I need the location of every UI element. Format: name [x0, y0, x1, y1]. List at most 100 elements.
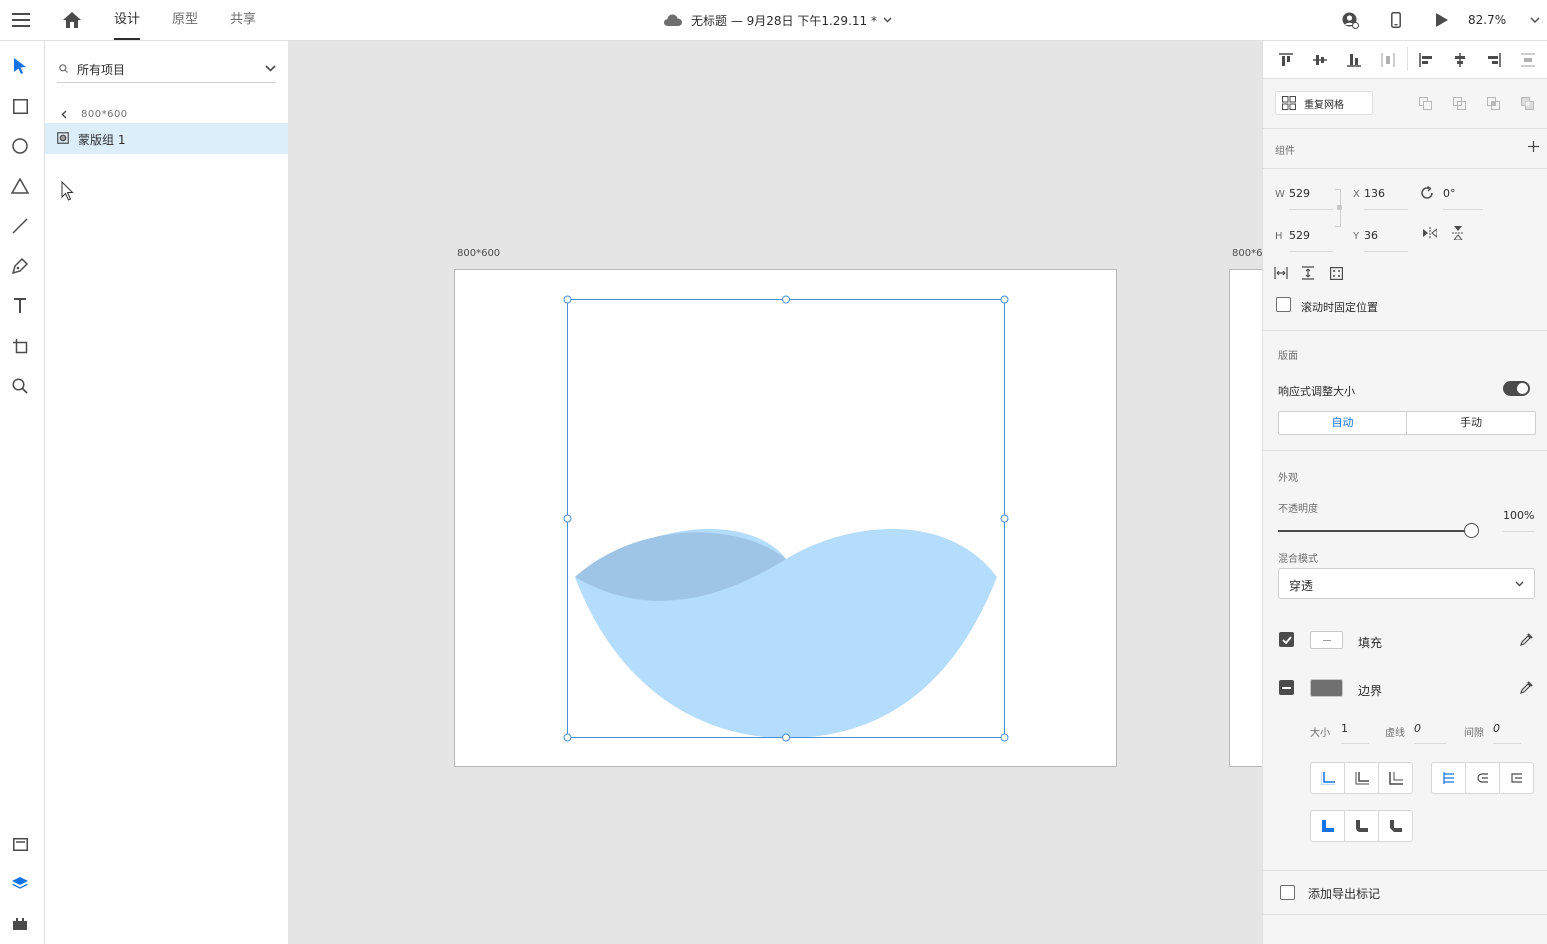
- opacity-label: 不透明度: [1278, 504, 1318, 515]
- boolean-exclude-icon[interactable]: [1519, 95, 1535, 111]
- join-round-button[interactable]: [1344, 810, 1379, 842]
- fix-scroll-checkbox[interactable]: [1276, 297, 1291, 312]
- border-eyedropper-icon[interactable]: [1518, 679, 1534, 695]
- dash-label: 虚线: [1385, 728, 1405, 739]
- layers-panel-icon[interactable]: [10, 874, 30, 894]
- boolean-subtract-icon[interactable]: [1451, 95, 1467, 111]
- resize-mode-manual[interactable]: 手动: [1406, 411, 1536, 435]
- blend-mode-select[interactable]: 穿透: [1278, 568, 1535, 599]
- boolean-add-icon[interactable]: [1417, 95, 1433, 111]
- align-left-icon[interactable]: [1417, 51, 1435, 69]
- home-icon[interactable]: [62, 10, 82, 30]
- dash-field[interactable]: 0: [1414, 722, 1421, 735]
- gap-field[interactable]: 0: [1493, 722, 1500, 735]
- assets-panel-icon[interactable]: [10, 834, 30, 854]
- w-field[interactable]: 529: [1289, 187, 1310, 200]
- line-cap-round-button[interactable]: [1465, 762, 1500, 794]
- tab-share[interactable]: 共享: [230, 0, 256, 40]
- appearance-label: 外观: [1278, 473, 1298, 484]
- resize-mode-auto[interactable]: 自动: [1278, 411, 1407, 435]
- add-component-icon[interactable]: [1526, 139, 1540, 153]
- responsive-toggle[interactable]: [1503, 381, 1530, 396]
- fill-label: 填充: [1358, 636, 1383, 650]
- mask-group-shape[interactable]: [288, 41, 1262, 944]
- y-field[interactable]: 36: [1364, 229, 1378, 242]
- breadcrumb-label: 800*600: [81, 108, 128, 120]
- layer-row[interactable]: 蒙版组 1: [45, 123, 288, 154]
- layers-search[interactable]: 所有项目: [57, 57, 276, 83]
- opacity-slider-thumb[interactable]: [1464, 523, 1479, 538]
- zoom-dropdown[interactable]: 82.7%: [1468, 10, 1540, 30]
- layers-panel: 所有项目 800*600 蒙版组 1: [45, 41, 288, 944]
- border-checkbox[interactable]: [1279, 680, 1294, 695]
- document-title-text: 无标题 — 9月28日 下午1.29.11 *: [691, 13, 877, 28]
- ellipse-tool-icon[interactable]: [10, 136, 30, 156]
- zoom-tool-icon[interactable]: [10, 376, 30, 396]
- opacity-slider[interactable]: [1278, 523, 1479, 539]
- repeat-grid-button[interactable]: 重复网格: [1275, 91, 1373, 115]
- stroke-inner-button[interactable]: [1310, 762, 1345, 794]
- distribute-horizontal-icon[interactable]: [1519, 51, 1537, 69]
- align-bottom-icon[interactable]: [1345, 51, 1363, 69]
- play-icon[interactable]: [1432, 10, 1452, 30]
- resize-handle: [1000, 514, 1009, 523]
- flip-vertical-icon[interactable]: [1450, 225, 1466, 241]
- artboard-tool-icon[interactable]: [10, 336, 30, 356]
- fill-checkbox[interactable]: [1279, 632, 1294, 647]
- chevron-down-icon[interactable]: [265, 65, 276, 72]
- align-right-icon[interactable]: [1485, 51, 1503, 69]
- line-tool-icon[interactable]: [10, 216, 30, 236]
- align-center-icon[interactable]: [1451, 51, 1469, 69]
- border-swatch[interactable]: [1310, 679, 1343, 697]
- line-cap-square-button[interactable]: [1499, 762, 1534, 794]
- constrain-width-icon[interactable]: [1273, 265, 1289, 281]
- chevron-down-icon: [1530, 17, 1540, 23]
- polygon-tool-icon[interactable]: [10, 176, 30, 196]
- blend-mode-value: 穿透: [1289, 579, 1314, 593]
- pen-tool-icon[interactable]: [10, 256, 30, 276]
- rotation-field[interactable]: 0°: [1443, 187, 1456, 200]
- opacity-field[interactable]: 100%: [1503, 509, 1534, 522]
- fit-content-icon[interactable]: [1328, 265, 1344, 281]
- resize-handle: [782, 733, 790, 742]
- cursor-icon: [61, 181, 74, 201]
- join-bevel-button[interactable]: [1378, 810, 1413, 842]
- constrain-height-icon[interactable]: [1300, 265, 1316, 281]
- search-input[interactable]: 所有项目: [77, 61, 125, 78]
- align-middle-icon[interactable]: [1311, 51, 1329, 69]
- fill-swatch[interactable]: [1310, 631, 1343, 649]
- join-miter-button[interactable]: [1310, 810, 1345, 842]
- breadcrumb[interactable]: 800*600: [61, 107, 128, 121]
- border-size-field[interactable]: 1: [1341, 722, 1348, 735]
- stroke-center-button[interactable]: [1344, 762, 1379, 794]
- h-field[interactable]: 529: [1289, 229, 1310, 242]
- fill-eyedropper-icon[interactable]: [1518, 631, 1534, 647]
- chevron-down-icon: [1515, 581, 1524, 587]
- stroke-outer-button[interactable]: [1378, 762, 1413, 794]
- tab-prototype[interactable]: 原型: [172, 0, 198, 40]
- rectangle-tool-icon[interactable]: [10, 96, 30, 116]
- distribute-vertical-icon[interactable]: [1379, 51, 1397, 69]
- responsive-label: 响应式调整大小: [1278, 385, 1355, 398]
- x-field[interactable]: 136: [1364, 187, 1385, 200]
- search-icon: [59, 64, 68, 73]
- user-icon[interactable]: [1340, 10, 1360, 30]
- plugins-panel-icon[interactable]: [10, 914, 30, 934]
- join-miter-icon: [1321, 820, 1334, 832]
- mobile-preview-icon[interactable]: [1386, 10, 1406, 30]
- line-cap-butt-button[interactable]: [1431, 762, 1466, 794]
- export-mark-checkbox[interactable]: [1280, 885, 1295, 900]
- select-tool-icon[interactable]: [10, 56, 30, 76]
- export-section: 添加导出标记: [1263, 870, 1547, 915]
- resize-handle: [1000, 733, 1009, 742]
- w-label: W: [1275, 189, 1285, 200]
- document-title[interactable]: 无标题 — 9月28日 下午1.29.11 *: [664, 10, 892, 30]
- flip-horizontal-icon[interactable]: [1422, 225, 1438, 241]
- boolean-intersect-icon[interactable]: [1485, 95, 1501, 111]
- tab-design[interactable]: 设计: [114, 0, 141, 40]
- hamburger-menu-icon[interactable]: [11, 11, 31, 29]
- align-top-icon[interactable]: [1277, 51, 1295, 69]
- canvas[interactable]: 800*600 800*6: [288, 41, 1262, 944]
- component-section: 组件: [1263, 128, 1547, 168]
- text-tool-icon[interactable]: [10, 296, 30, 316]
